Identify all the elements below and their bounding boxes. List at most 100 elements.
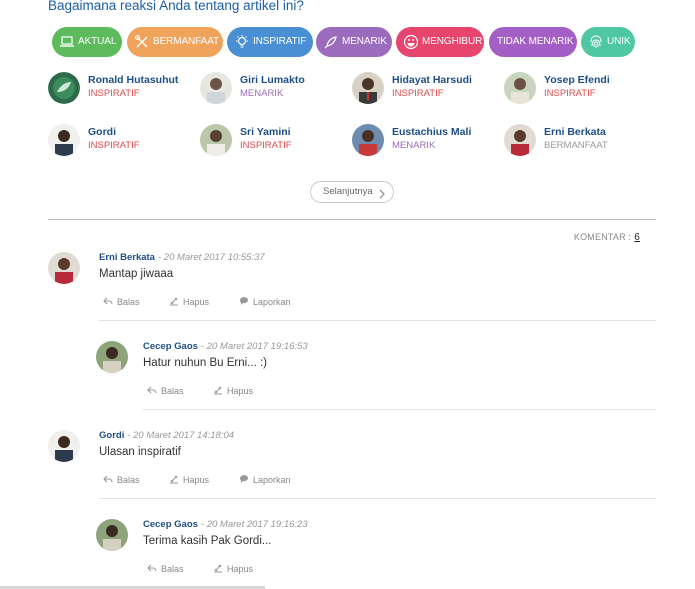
reaction-tidak-menarik-button[interactable]: TIDAK MENARIK: [489, 27, 577, 57]
comment-count-label: KOMENTAR :: [573, 232, 632, 242]
reactor-item[interactable]: Ronald Hutasuhut INSPIRATIF: [48, 72, 198, 108]
reaction-question-title: Bagaimana reaksi Anda tentang artikel in…: [48, 0, 304, 13]
delete-button[interactable]: Hapus: [169, 474, 209, 485]
delete-label: Hapus: [183, 297, 210, 307]
reactor-item[interactable]: Hidayat Harsudi INSPIRATIF: [352, 72, 502, 108]
tools-icon: [134, 34, 150, 50]
reply-button[interactable]: Balas: [147, 385, 184, 396]
avatar: [48, 430, 80, 462]
delete-icon: [213, 385, 223, 395]
reactor-item[interactable]: Gordi INSPIRATIF: [48, 124, 198, 160]
comment-actions: Balas Hapus: [147, 563, 347, 577]
comment-author[interactable]: Erni Berkata: [99, 252, 155, 263]
speech-bubble-icon: [239, 474, 249, 484]
delete-label: Hapus: [227, 386, 254, 396]
comment-author[interactable]: Cecep Gaos: [143, 341, 198, 352]
avatar: [48, 252, 80, 284]
reaction-unik-button[interactable]: UNIK: [581, 27, 635, 57]
reactor-name[interactable]: Gordi: [88, 126, 116, 138]
comment-text: Ulasan inspiratif: [99, 446, 181, 458]
report-button[interactable]: Laporkan: [239, 474, 291, 485]
avatar: [200, 72, 232, 104]
comment-actions: Balas Hapus Laporkan: [103, 474, 353, 488]
comment-text: Terima kasih Pak Gordi...: [143, 535, 272, 547]
delete-icon: [213, 563, 223, 573]
report-label: Laporkan: [253, 297, 291, 307]
comment-header: Gordi - 20 Maret 2017 14:18:04: [99, 430, 234, 441]
reply-label: Balas: [161, 564, 184, 574]
laptop-icon: [59, 34, 75, 50]
comment-count-value[interactable]: 6: [634, 232, 640, 243]
report-button[interactable]: Laporkan: [239, 296, 291, 307]
reaction-aktual-button[interactable]: AKTUAL: [52, 27, 122, 57]
reactor-item[interactable]: Sri Yamini INSPIRATIF: [200, 124, 350, 160]
reply-button[interactable]: Balas: [103, 474, 140, 485]
reply-label: Balas: [161, 386, 184, 396]
reaction-label: TIDAK MENARIK: [497, 36, 574, 47]
delete-label: Hapus: [227, 564, 254, 574]
delete-button[interactable]: Hapus: [169, 296, 209, 307]
reaction-bermanfaat-button[interactable]: BERMANFAAT: [127, 27, 223, 57]
reactor-name[interactable]: Yosep Efendi: [544, 74, 610, 86]
reply-icon: [103, 474, 113, 484]
reaction-menghibur-button[interactable]: MENGHIBUR: [396, 27, 484, 57]
comment-author[interactable]: Gordi: [99, 430, 124, 441]
reactor-name[interactable]: Hidayat Harsudi: [392, 74, 472, 86]
avatar: [48, 124, 80, 156]
reactor-reaction: MENARIK: [240, 88, 284, 99]
reaction-menarik-button[interactable]: MENARIK: [316, 27, 392, 57]
fingerprint-icon: [588, 34, 604, 50]
chevron-right-icon: [377, 187, 387, 199]
avatar: [200, 124, 232, 156]
reactor-reaction: INSPIRATIF: [544, 88, 596, 99]
comment-author[interactable]: Cecep Gaos: [143, 519, 198, 530]
avatar: [504, 124, 536, 156]
reactor-reaction: MENARIK: [392, 140, 436, 151]
reactor-item[interactable]: Eustachius Mali MENARIK: [352, 124, 502, 160]
avatar: [96, 341, 128, 373]
reactor-name[interactable]: Erni Berkata: [544, 126, 606, 138]
reactor-name[interactable]: Eustachius Mali: [392, 126, 471, 138]
comment-actions: Balas Hapus Laporkan: [103, 296, 353, 310]
reactor-item[interactable]: Erni Berkata BERMANFAAT: [504, 124, 654, 160]
comment-separator: [143, 409, 656, 410]
avatar: [96, 519, 128, 551]
reply-button[interactable]: Balas: [103, 296, 140, 307]
reaction-inspiratif-button[interactable]: INSPIRATIF: [227, 27, 313, 57]
reactor-reaction: BERMANFAAT: [544, 140, 608, 151]
avatar: [504, 72, 536, 104]
comment-header: Cecep Gaos - 20 Maret 2017 19:16:53: [143, 341, 308, 352]
comment-count: KOMENTAR :6: [574, 232, 640, 243]
reactor-reaction: INSPIRATIF: [392, 88, 444, 99]
delete-button[interactable]: Hapus: [213, 563, 253, 574]
reactor-name[interactable]: Sri Yamini: [240, 126, 291, 138]
comment-date: - 20 Maret 2017 19:16:23: [200, 519, 308, 530]
comment-separator: [99, 498, 656, 499]
avatar: [48, 72, 80, 104]
reactor-item[interactable]: Giri Lumakto MENARIK: [200, 72, 350, 108]
delete-icon: [169, 296, 179, 306]
reactor-reaction: INSPIRATIF: [88, 140, 140, 151]
comment-separator: [99, 320, 656, 321]
bulb-icon: [234, 34, 250, 50]
next-reactors-button[interactable]: Selanjutnya: [310, 181, 394, 203]
speech-bubble-icon: [239, 296, 249, 306]
reactor-name[interactable]: Ronald Hutasuhut: [88, 74, 178, 86]
reactor-name[interactable]: Giri Lumakto: [240, 74, 305, 86]
comment-text: Mantap jiwaaa: [99, 268, 174, 280]
reactor-reaction: INSPIRATIF: [88, 88, 140, 99]
comment-actions: Balas Hapus: [147, 385, 347, 399]
reply-icon: [147, 385, 157, 395]
reaction-label: UNIK: [607, 36, 631, 47]
avatar: [352, 124, 384, 156]
delete-button[interactable]: Hapus: [213, 385, 253, 396]
reactor-reaction: INSPIRATIF: [240, 140, 292, 151]
delete-icon: [169, 474, 179, 484]
comment-text: Hatur nuhun Bu Erni... :): [143, 357, 268, 369]
laugh-icon: [403, 34, 419, 50]
reactor-item[interactable]: Yosep Efendi INSPIRATIF: [504, 72, 654, 108]
reply-label: Balas: [117, 297, 140, 307]
comment-header: Erni Berkata - 20 Maret 2017 10:55:37: [99, 252, 265, 263]
reply-button[interactable]: Balas: [147, 563, 184, 574]
report-label: Laporkan: [253, 475, 291, 485]
